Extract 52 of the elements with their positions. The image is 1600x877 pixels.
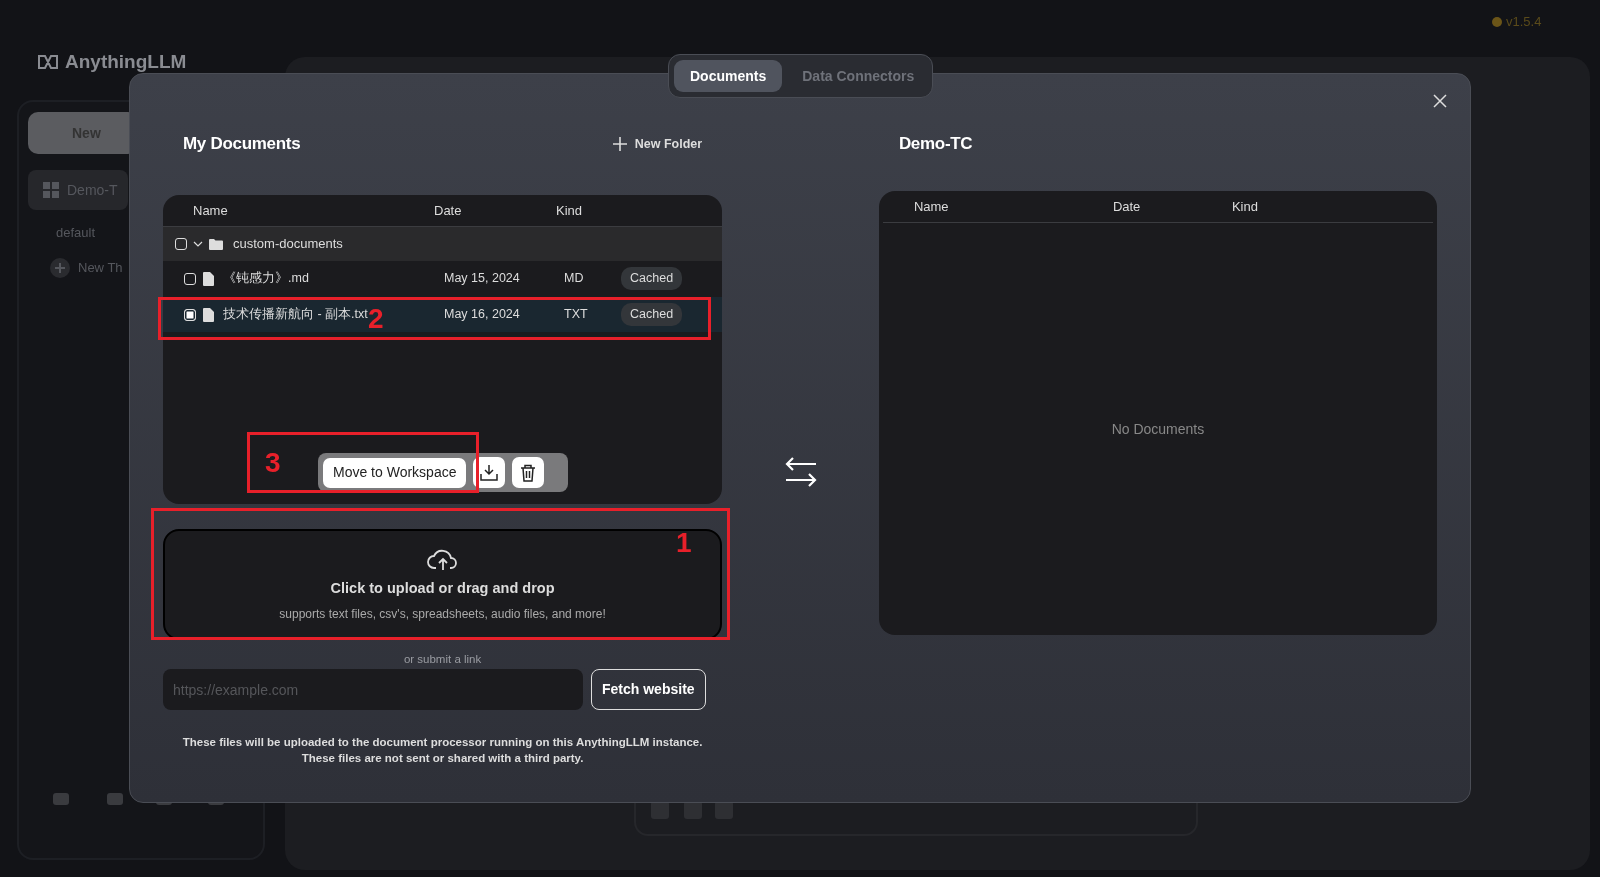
move-to-workspace-button[interactable]: Move to Workspace: [323, 457, 467, 488]
file-date: May 15, 2024: [444, 270, 521, 288]
tray-download-icon: [480, 463, 499, 482]
empty-message: No Documents: [1111, 419, 1205, 439]
status-badge: Cached: [621, 267, 683, 290]
plus-icon: [50, 258, 70, 278]
checkbox[interactable]: [184, 308, 196, 321]
file-row[interactable]: 《钝感力》.md May 15, 2024 MD Cached: [163, 261, 723, 296]
annotation-number: 2: [368, 305, 384, 333]
section-title: My Documents: [183, 133, 301, 156]
file-name: 《钝感力》.md: [223, 271, 309, 286]
trash-icon: [520, 463, 537, 482]
section-title: Demo-TC: [898, 133, 973, 156]
new-thread-label: New Th: [78, 259, 123, 278]
swap-arrows-icon: [783, 457, 818, 487]
folder-icon: [209, 238, 223, 250]
file-kind: TXT: [564, 306, 589, 324]
column-header: Name: [193, 201, 228, 220]
checkbox[interactable]: [184, 272, 196, 285]
column-header: Kind: [1231, 197, 1258, 216]
annotation-number: 3: [265, 449, 281, 477]
logo-icon: [37, 54, 59, 71]
notice-text: These files are not sent or shared with a third party.: [301, 752, 584, 764]
file-icon: [203, 271, 214, 286]
notice-text: These files will be uploaded to the document processor running on this AnythingLLM instance.: [182, 736, 703, 748]
upload-title: Click to upload or drag and drop: [330, 578, 555, 598]
fetch-website-button[interactable]: Fetch website: [591, 669, 706, 710]
column-header: Date: [434, 201, 462, 220]
file-date: May 16, 2024: [444, 306, 521, 324]
close-icon: [1433, 93, 1447, 108]
delete-button[interactable]: [512, 457, 545, 488]
version-label: v1.5.4: [1506, 13, 1542, 31]
plus-icon: [612, 137, 627, 151]
folder-name: custom-documents: [233, 235, 343, 254]
file-name: 技术传播新航向 - 副本.txt: [223, 307, 368, 322]
folder-row[interactable]: custom-documents: [163, 227, 723, 261]
column-header: Kind: [556, 201, 583, 220]
checkbox[interactable]: [175, 238, 187, 250]
brand-name: AnythingLLM: [65, 50, 187, 74]
grid-icon: [43, 182, 59, 198]
column-header: Date: [1112, 197, 1141, 216]
link-label: or submit a link: [403, 653, 482, 665]
save-button[interactable]: [473, 457, 506, 488]
url-field[interactable]: https://example.com: [163, 669, 583, 710]
column-header: Name: [913, 197, 949, 216]
annotation-number: 1: [676, 529, 692, 557]
file-kind: MD: [564, 270, 585, 288]
upload-hint: supports text files, csv's, spreadsheets, audio files, and more!: [279, 606, 606, 624]
tab[interactable]: Documents: [674, 60, 783, 92]
status-badge: Cached: [621, 303, 683, 326]
file-icon: [203, 307, 214, 322]
new-folder-button[interactable]: New Folder: [612, 134, 703, 154]
